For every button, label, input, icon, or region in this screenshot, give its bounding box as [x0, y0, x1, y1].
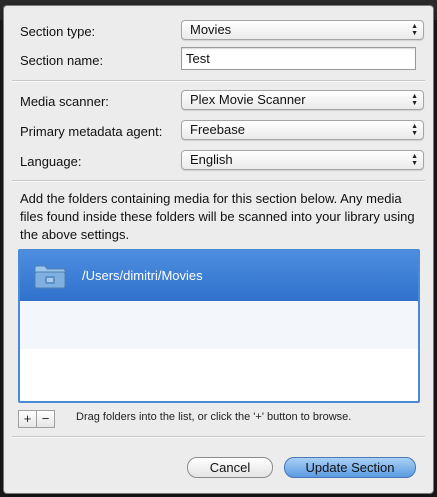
section-name-label: Section name:: [20, 53, 104, 68]
separator: [12, 180, 425, 182]
separator: [12, 80, 425, 82]
update-section-button[interactable]: Update Section: [284, 457, 416, 478]
popup-arrows-icon: ▲ ▼: [411, 23, 418, 37]
popup-arrows-icon: ▲ ▼: [411, 123, 418, 137]
language-value: English: [190, 152, 233, 167]
section-type-value: Movies: [190, 22, 232, 37]
folders-hint: Drag folders into the list, or click the…: [76, 411, 352, 423]
folder-path: /Users/dimitri/Movies: [82, 268, 203, 283]
cancel-button[interactable]: Cancel: [187, 457, 273, 478]
folder-list[interactable]: /Users/dimitri/Movies: [18, 249, 420, 403]
add-folder-button[interactable]: +: [18, 410, 37, 428]
media-scanner-label: Media scanner:: [20, 94, 109, 109]
popup-arrows-icon: ▲ ▼: [411, 153, 418, 167]
section-name-value: Test: [186, 51, 210, 66]
empty-list-row: [20, 301, 418, 349]
media-scanner-value: Plex Movie Scanner: [190, 92, 306, 107]
separator: [12, 436, 425, 438]
folders-description: Add the folders containing media for thi…: [20, 191, 415, 242]
section-type-label: Section type:: [20, 24, 96, 39]
popup-arrows-icon: ▲ ▼: [411, 93, 418, 107]
language-label: Language:: [20, 154, 82, 169]
remove-folder-button[interactable]: −: [36, 410, 55, 428]
metadata-agent-label: Primary metadata agent:: [20, 124, 163, 139]
language-popup[interactable]: English ▲ ▼: [181, 150, 424, 170]
section-type-popup[interactable]: Movies ▲ ▼: [181, 20, 424, 40]
folder-icon: [34, 265, 66, 289]
metadata-agent-value: Freebase: [190, 122, 245, 137]
edit-section-sheet: Section type: Movies ▲ ▼ Section name: Te…: [4, 6, 433, 493]
media-scanner-popup[interactable]: Plex Movie Scanner ▲ ▼: [181, 90, 424, 110]
section-name-field[interactable]: Test: [181, 47, 416, 70]
folder-list-item[interactable]: /Users/dimitri/Movies: [20, 251, 418, 301]
metadata-agent-popup[interactable]: Freebase ▲ ▼: [181, 120, 424, 140]
